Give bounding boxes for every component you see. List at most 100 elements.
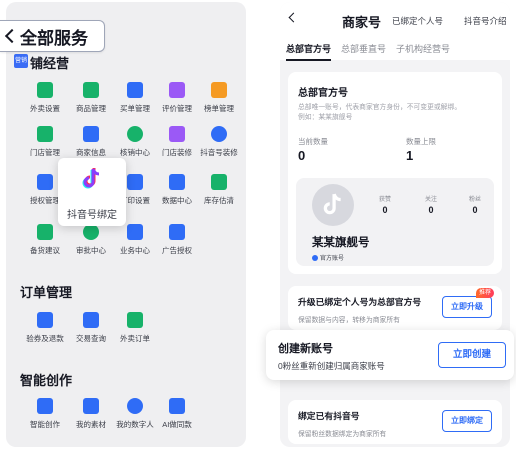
douyin-bind-tooltip[interactable]: 抖音号绑定 xyxy=(58,158,126,226)
bar-chart-icon xyxy=(169,174,185,190)
grid-item-coupon-refund[interactable]: 验券及退款 xyxy=(20,312,70,344)
upgrade-button[interactable]: 立即升级 xyxy=(442,296,492,318)
approval-user-icon xyxy=(83,224,99,240)
grid-item-merchant-info[interactable]: 商家信息 xyxy=(66,126,116,158)
upgrade-option-card: 升级已绑定个人号为总部官方号 保留数据与内容，转移为商家所有 立即升级 推荐 xyxy=(288,286,502,330)
grid-item-store-management[interactable]: 门店管理 xyxy=(20,126,70,158)
create-account-card: 创建新账号 0粉丝重新创建归属商家账号 立即创建 xyxy=(266,330,514,380)
grid-label: 抖音号装修 xyxy=(200,148,238,157)
product-management-icon xyxy=(83,82,99,98)
bind-title: 绑定已有抖音号 xyxy=(298,411,360,421)
chevron-left-icon xyxy=(0,21,20,51)
grid-label: 验券及退款 xyxy=(26,334,64,343)
takeout-settings-icon xyxy=(37,82,53,98)
smart-creation-title: 智能创作 xyxy=(20,373,73,388)
upgrade-title: 升级已绑定个人号为总部官方号 xyxy=(298,297,422,307)
fans-value: 0 xyxy=(472,205,478,215)
card-title: 总部官方号 xyxy=(298,88,348,99)
billing-management-icon xyxy=(127,82,143,98)
bound-personal-link[interactable]: 已绑定个人号 xyxy=(392,15,443,27)
chevron-left-icon[interactable] xyxy=(288,14,298,24)
account-preview: 获赞 0 关注 0 粉丝 0 某某旗舰号 官方账号 xyxy=(296,178,494,266)
grid-item-stock-suggestion[interactable]: 备货建议 xyxy=(20,224,70,256)
grid-label: 库存估清 xyxy=(204,196,234,205)
store-ops-section-title: 铺经营 xyxy=(30,56,70,71)
all-services-panel: 营销 铺经营 外卖设置 商品管理 买单管理 评价管理 榜单管理 门店管理 商家信… xyxy=(6,2,246,447)
tab-hq-vertical[interactable]: 总部垂直号 xyxy=(341,42,386,59)
header: 商家号 已绑定个人号 抖音号介绍 总部官方号 总部垂直号 子机构经营号 xyxy=(280,2,510,61)
trophy-icon xyxy=(211,82,227,98)
grid-item-douyin-decoration[interactable]: 抖音号装修 xyxy=(194,126,244,158)
grid-item-takeout-orders[interactable]: 外卖订单 xyxy=(110,312,160,344)
page-title: 商家号 xyxy=(342,15,382,30)
authorization-icon xyxy=(37,174,53,190)
scan-icon xyxy=(37,312,53,328)
desc-line: 总部唯一账号，代表商家官方身份，不可变更或解绑。 xyxy=(298,104,462,111)
grid-label: 榜单管理 xyxy=(204,104,234,113)
shield-check-icon xyxy=(127,126,143,142)
account-name: 某某旗舰号 xyxy=(312,237,370,249)
following-value: 0 xyxy=(428,205,434,215)
grid-item-approval-center[interactable]: 审批中心 xyxy=(66,224,116,256)
grid-label: 智能创作 xyxy=(30,420,60,429)
tab-hq-official[interactable]: 总部官方号 xyxy=(286,42,332,61)
grid-item-smart-creation[interactable]: 智能创作 xyxy=(20,398,70,430)
current-count-value: 0 xyxy=(298,148,306,163)
grid-label: 审批中心 xyxy=(76,246,106,255)
grid-label: 我的素材 xyxy=(76,420,106,429)
card-description: 总部唯一账号，代表商家官方身份，不可变更或解绑。 例如：某某旗舰号 xyxy=(298,103,494,123)
business-center-icon xyxy=(127,224,143,240)
grid-item-my-materials[interactable]: 我的素材 xyxy=(66,398,116,430)
current-count-label: 当前数量 xyxy=(298,137,328,146)
grid-item-ai-same-style[interactable]: AI做同款 xyxy=(152,398,202,430)
likes-value: 0 xyxy=(382,205,388,215)
likes-label: 获赞 xyxy=(378,197,391,203)
grid-item-inventory-clear[interactable]: 库存估清 xyxy=(194,174,244,206)
bind-button[interactable]: 立即绑定 xyxy=(442,410,492,432)
grid-item-product-management[interactable]: 商品管理 xyxy=(66,82,116,114)
digital-human-icon xyxy=(127,398,143,414)
printer-icon xyxy=(127,174,143,190)
upgrade-desc: 保留数据与内容，转移为商家所有 xyxy=(298,317,400,324)
grid-item-ad-authorization[interactable]: 广告授权 xyxy=(152,224,202,256)
avatar xyxy=(312,184,354,226)
grid-label: 门店管理 xyxy=(30,148,60,157)
bind-desc: 保留粉丝数据绑定为商家所有 xyxy=(298,431,387,438)
following-label: 关注 xyxy=(424,197,437,203)
official-badge-label: 官方账号 xyxy=(320,256,345,262)
douyin-intro-link[interactable]: 抖音号介绍 xyxy=(464,15,507,27)
inventory-icon xyxy=(211,174,227,190)
grid-label: 商品管理 xyxy=(76,104,106,113)
store-decoration-icon xyxy=(169,126,185,142)
create-title: 创建新账号 xyxy=(278,343,333,355)
marketing-corner-icon: 营销 xyxy=(14,54,28,68)
limit-label: 数量上限 xyxy=(406,137,436,146)
layers-icon xyxy=(83,398,99,414)
store-icon xyxy=(37,126,53,142)
ai-icon xyxy=(37,398,53,414)
bind-option-card: 绑定已有抖音号 保留粉丝数据绑定为商家所有 立即绑定 xyxy=(288,400,502,444)
transaction-icon xyxy=(83,312,99,328)
grid-label: 外卖设置 xyxy=(30,104,60,113)
tab-sub-org[interactable]: 子机构经营号 xyxy=(396,42,450,59)
marketing-corner-label: 营销 xyxy=(14,58,27,64)
create-button[interactable]: 立即创建 xyxy=(438,342,506,368)
grid-item-ranking-management[interactable]: 榜单管理 xyxy=(194,82,244,114)
create-desc: 0粉丝重新创建归属商家账号 xyxy=(278,361,385,371)
official-badge: 官方账号 xyxy=(312,253,344,262)
takeout-orders-icon xyxy=(127,312,143,328)
grid-item-takeout-settings[interactable]: 外卖设置 xyxy=(20,82,70,114)
limit-value: 1 xyxy=(406,148,414,163)
back-button[interactable]: 全部服务 xyxy=(0,20,105,52)
ai-same-style-icon xyxy=(169,398,185,414)
grid-item-transaction-query[interactable]: 交易查询 xyxy=(66,312,116,344)
merchant-account-panel: 商家号 已绑定个人号 抖音号介绍 总部官方号 总部垂直号 子机构经营号 总部官方… xyxy=(280,2,510,447)
fans-label: 粉丝 xyxy=(468,197,481,203)
grid-label: 备货建议 xyxy=(30,246,60,255)
douyin-bind-label: 抖音号绑定 xyxy=(67,210,117,221)
official-account-card: 总部官方号 总部唯一账号，代表商家官方身份，不可变更或解绑。 例如：某某旗舰号 … xyxy=(288,72,502,274)
tab-bar: 总部官方号 总部垂直号 子机构经营号 xyxy=(286,42,450,61)
grid-label: 广告授权 xyxy=(162,246,192,255)
grid-label: 商家信息 xyxy=(76,148,106,157)
page-title: 全部服务 xyxy=(20,28,88,48)
